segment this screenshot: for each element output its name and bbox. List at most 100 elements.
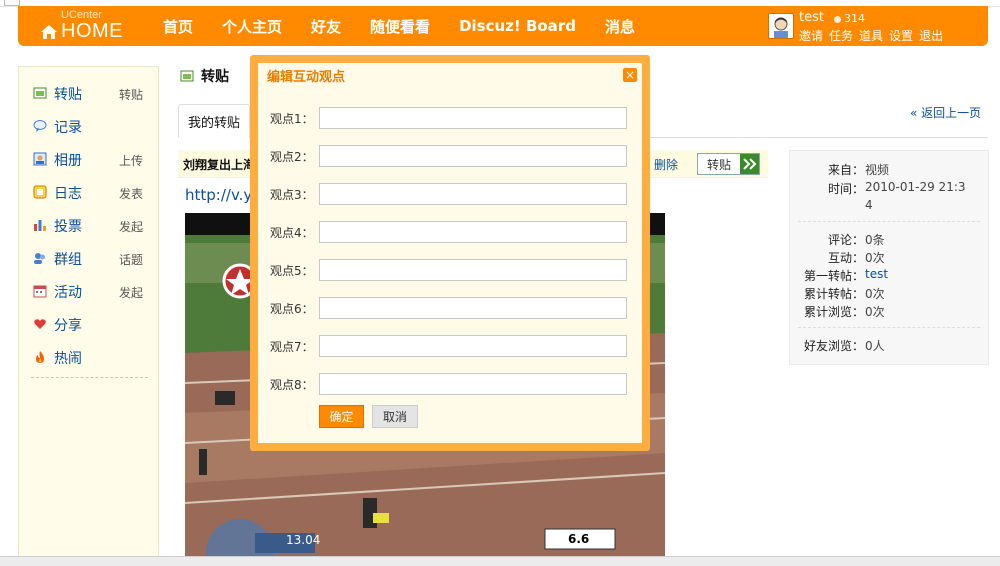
double-arrow-icon <box>740 154 759 174</box>
info-value: 0人 <box>865 339 885 353</box>
viewpoint-input-6[interactable] <box>319 297 627 319</box>
items-link[interactable]: 道具 <box>859 27 883 44</box>
nav-profile[interactable]: 个人主页 <box>222 16 282 37</box>
share-post-icon <box>33 87 47 99</box>
avatar[interactable] <box>768 13 794 39</box>
sidebar-item-repost[interactable]: 转贴 转贴 <box>33 83 153 103</box>
dialog-body: 编辑互动观点 × 观点1： 观点2： 观点3： 观点4： 观点5： 观点6： 观… <box>258 63 642 443</box>
sidebar-item-poll[interactable]: 投票 发起 <box>33 215 153 235</box>
tasks-link[interactable]: 任务 <box>829 27 853 44</box>
logout-link[interactable]: 退出 <box>919 27 943 44</box>
post-title[interactable]: 刘翔复出上海 <box>183 156 255 173</box>
header-bar: UCenter HOME 首页 个人主页 好友 随便看看 Discuz! Boa… <box>18 6 988 46</box>
video-overlay-score: 6.6 <box>568 532 590 546</box>
sidebar-item-label[interactable]: 热闹 <box>54 348 82 368</box>
sidebar-item-hot[interactable]: 热闹 <box>33 347 153 367</box>
viewpoint-input-1[interactable] <box>319 107 627 129</box>
viewpoint-input-5[interactable] <box>319 259 627 281</box>
video-overlay-time: 13.04 <box>286 533 321 547</box>
info-value: 0条 <box>865 233 885 247</box>
edit-viewpoints-dialog: 编辑互动观点 × 观点1： 观点2： 观点3： 观点4： 观点5： 观点6： 观… <box>250 55 650 451</box>
blog-icon <box>33 185 47 199</box>
viewpoint-row-5: 观点5： <box>270 259 630 281</box>
viewpoint-label: 观点6： <box>270 302 314 316</box>
viewpoint-label: 观点4： <box>270 226 314 240</box>
sidebar-sub-link[interactable]: 发起 <box>119 218 143 235</box>
info-divider <box>798 221 980 222</box>
info-user-link[interactable]: test <box>865 267 888 281</box>
repost-button-label: 转贴 <box>707 158 732 172</box>
repost-button[interactable]: 转贴 <box>697 153 760 175</box>
viewpoint-input-2[interactable] <box>319 145 627 167</box>
viewpoint-input-8[interactable] <box>319 373 627 395</box>
viewpoint-label: 观点3： <box>270 188 314 202</box>
info-label: 累计浏览： <box>803 305 864 319</box>
fire-icon <box>36 351 44 363</box>
photo-album-icon <box>33 152 47 166</box>
sidebar-item-share[interactable]: 分享 <box>33 314 153 334</box>
sidebar-item-label[interactable]: 活动 <box>54 282 82 302</box>
nav-home[interactable]: 首页 <box>163 16 193 37</box>
delete-link[interactable]: 删除 <box>654 156 678 173</box>
tab-label: 我的转贴 <box>188 116 241 131</box>
tab-my-reposts[interactable]: 我的转贴 <box>178 104 250 138</box>
cancel-button[interactable]: 取消 <box>372 405 418 428</box>
viewpoint-row-7: 观点7： <box>270 335 630 357</box>
info-label: 互动： <box>827 251 864 265</box>
info-value: 0次 <box>865 305 885 319</box>
invite-link[interactable]: 邀请 <box>799 27 823 44</box>
nav-browse[interactable]: 随便看看 <box>370 16 430 37</box>
viewpoint-row-6: 观点6： <box>270 297 630 319</box>
main-nav: 首页 个人主页 好友 随便看看 Discuz! Board 消息 <box>163 6 664 46</box>
nav-board[interactable]: Discuz! Board <box>459 17 576 35</box>
sidebar-item-group[interactable]: 群组 话题 <box>33 248 153 268</box>
viewpoint-row-4: 观点4： <box>270 221 630 243</box>
info-value: 2010-01-29 21:3 <box>865 180 966 194</box>
coin-icon <box>834 15 841 23</box>
back-link[interactable]: « 返回上一页 <box>910 104 981 121</box>
sidebar-sub-link[interactable]: 发起 <box>119 284 143 301</box>
logo-big-text: HOME <box>61 20 123 42</box>
sidebar: 转贴 转贴 记录 相册 上传 日志 发表 投票 发起 群组 话题 活动 发起 分… <box>18 66 159 566</box>
info-label: 好友浏览： <box>803 339 864 353</box>
page-title: 转贴 <box>201 69 229 85</box>
share-post-icon <box>180 70 194 82</box>
viewpoint-input-7[interactable] <box>319 335 627 357</box>
nav-friends[interactable]: 好友 <box>311 16 341 37</box>
video-link[interactable]: http://v.y <box>185 186 252 204</box>
home-icon <box>41 25 57 39</box>
heart-icon <box>34 319 46 329</box>
info-label: 时间： <box>827 182 864 196</box>
sidebar-sub-link[interactable]: 上传 <box>119 152 143 169</box>
username[interactable]: test <box>799 10 824 25</box>
confirm-button[interactable]: 确定 <box>319 405 364 428</box>
sidebar-sub-link[interactable]: 转贴 <box>119 86 143 103</box>
credits-value: 314 <box>844 12 865 25</box>
viewpoint-input-4[interactable] <box>319 221 627 243</box>
close-icon[interactable]: × <box>623 68 637 82</box>
nav-messages[interactable]: 消息 <box>605 16 635 37</box>
viewpoint-label: 观点1： <box>270 112 314 126</box>
sidebar-item-label[interactable]: 转贴 <box>54 84 82 104</box>
sidebar-item-label[interactable]: 群组 <box>54 249 82 269</box>
sidebar-item-label[interactable]: 投票 <box>54 216 82 236</box>
sidebar-item-label[interactable]: 日志 <box>54 183 82 203</box>
viewpoint-label: 观点5： <box>270 264 314 278</box>
viewpoint-row-2: 观点2： <box>270 145 630 167</box>
sidebar-item-label[interactable]: 分享 <box>54 315 82 335</box>
sidebar-sub-link[interactable]: 发表 <box>119 185 143 202</box>
post-info-panel: 来自： 视频 时间： 2010-01-29 21:3 4 评论： 0条 互动： … <box>789 150 989 365</box>
user-links: 邀请 任务 道具 设置 退出 <box>799 27 949 44</box>
sidebar-sub-link[interactable]: 话题 <box>119 251 143 268</box>
info-value: 0次 <box>865 251 885 265</box>
info-value: 0次 <box>865 287 885 301</box>
sidebar-item-event[interactable]: 活动 发起 <box>33 281 153 301</box>
sidebar-item-label[interactable]: 记录 <box>54 117 82 137</box>
sidebar-item-blog[interactable]: 日志 发表 <box>33 182 153 202</box>
avatar-icon <box>774 17 788 38</box>
sidebar-item-record[interactable]: 记录 <box>33 116 153 136</box>
sidebar-item-label[interactable]: 相册 <box>54 150 82 170</box>
settings-link[interactable]: 设置 <box>889 27 913 44</box>
sidebar-item-album[interactable]: 相册 上传 <box>33 149 153 169</box>
viewpoint-input-3[interactable] <box>319 183 627 205</box>
